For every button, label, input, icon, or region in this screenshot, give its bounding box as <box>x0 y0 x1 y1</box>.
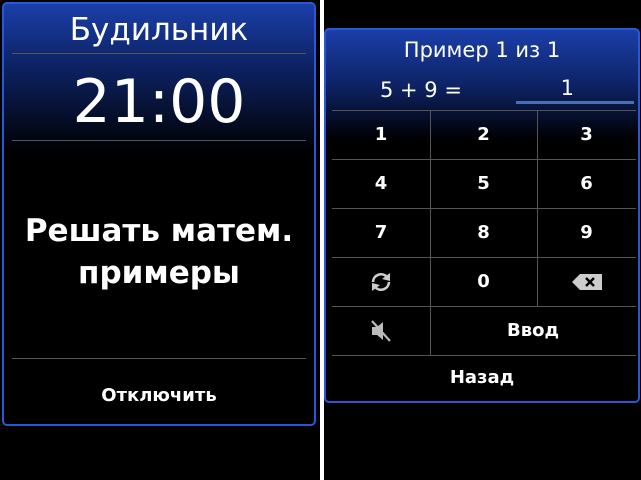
answer-field[interactable]: 1 <box>516 74 634 104</box>
keypad: 1 2 3 4 5 6 7 8 9 0 Ввод <box>332 110 636 356</box>
math-equation: 5 + 9 = <box>380 78 462 102</box>
divider <box>12 358 306 359</box>
key-2[interactable]: 2 <box>430 110 537 159</box>
backspace-icon <box>571 273 602 290</box>
key-6[interactable]: 6 <box>537 159 636 208</box>
alarm-time: 21:00 <box>72 67 246 137</box>
keypad-line <box>332 355 636 356</box>
key-9[interactable]: 9 <box>537 208 636 257</box>
refresh-button[interactable] <box>332 257 430 306</box>
back-button[interactable]: Назад <box>326 363 638 393</box>
key-7[interactable]: 7 <box>332 208 430 257</box>
math-panel: Пример 1 из 1 5 + 9 = 1 1 2 3 4 5 6 7 8 … <box>324 28 640 403</box>
alarm-panel: Будильник 21:00 Решать матем. примеры От… <box>2 2 316 426</box>
alarm-task-line-1: Решать матем. <box>24 213 294 249</box>
sound-off-icon <box>371 319 391 342</box>
alarm-task-text: Решать матем. примеры <box>4 210 314 294</box>
key-0[interactable]: 0 <box>430 257 537 306</box>
key-5[interactable]: 5 <box>430 159 537 208</box>
mute-button[interactable] <box>332 306 430 355</box>
key-8[interactable]: 8 <box>430 208 537 257</box>
dismiss-button[interactable]: Отключить <box>4 380 314 412</box>
backspace-button[interactable] <box>537 257 636 306</box>
key-4[interactable]: 4 <box>332 159 430 208</box>
enter-button[interactable]: Ввод <box>430 306 636 355</box>
divider <box>12 53 306 54</box>
divider <box>12 140 306 141</box>
key-1[interactable]: 1 <box>332 110 430 159</box>
math-title: Пример 1 из 1 <box>403 38 561 62</box>
screen: Будильник 21:00 Решать матем. примеры От… <box>0 0 641 480</box>
key-3[interactable]: 3 <box>537 110 636 159</box>
refresh-icon <box>371 272 391 291</box>
alarm-title: Будильник <box>69 12 249 48</box>
alarm-task-line-2: примеры <box>78 255 240 291</box>
